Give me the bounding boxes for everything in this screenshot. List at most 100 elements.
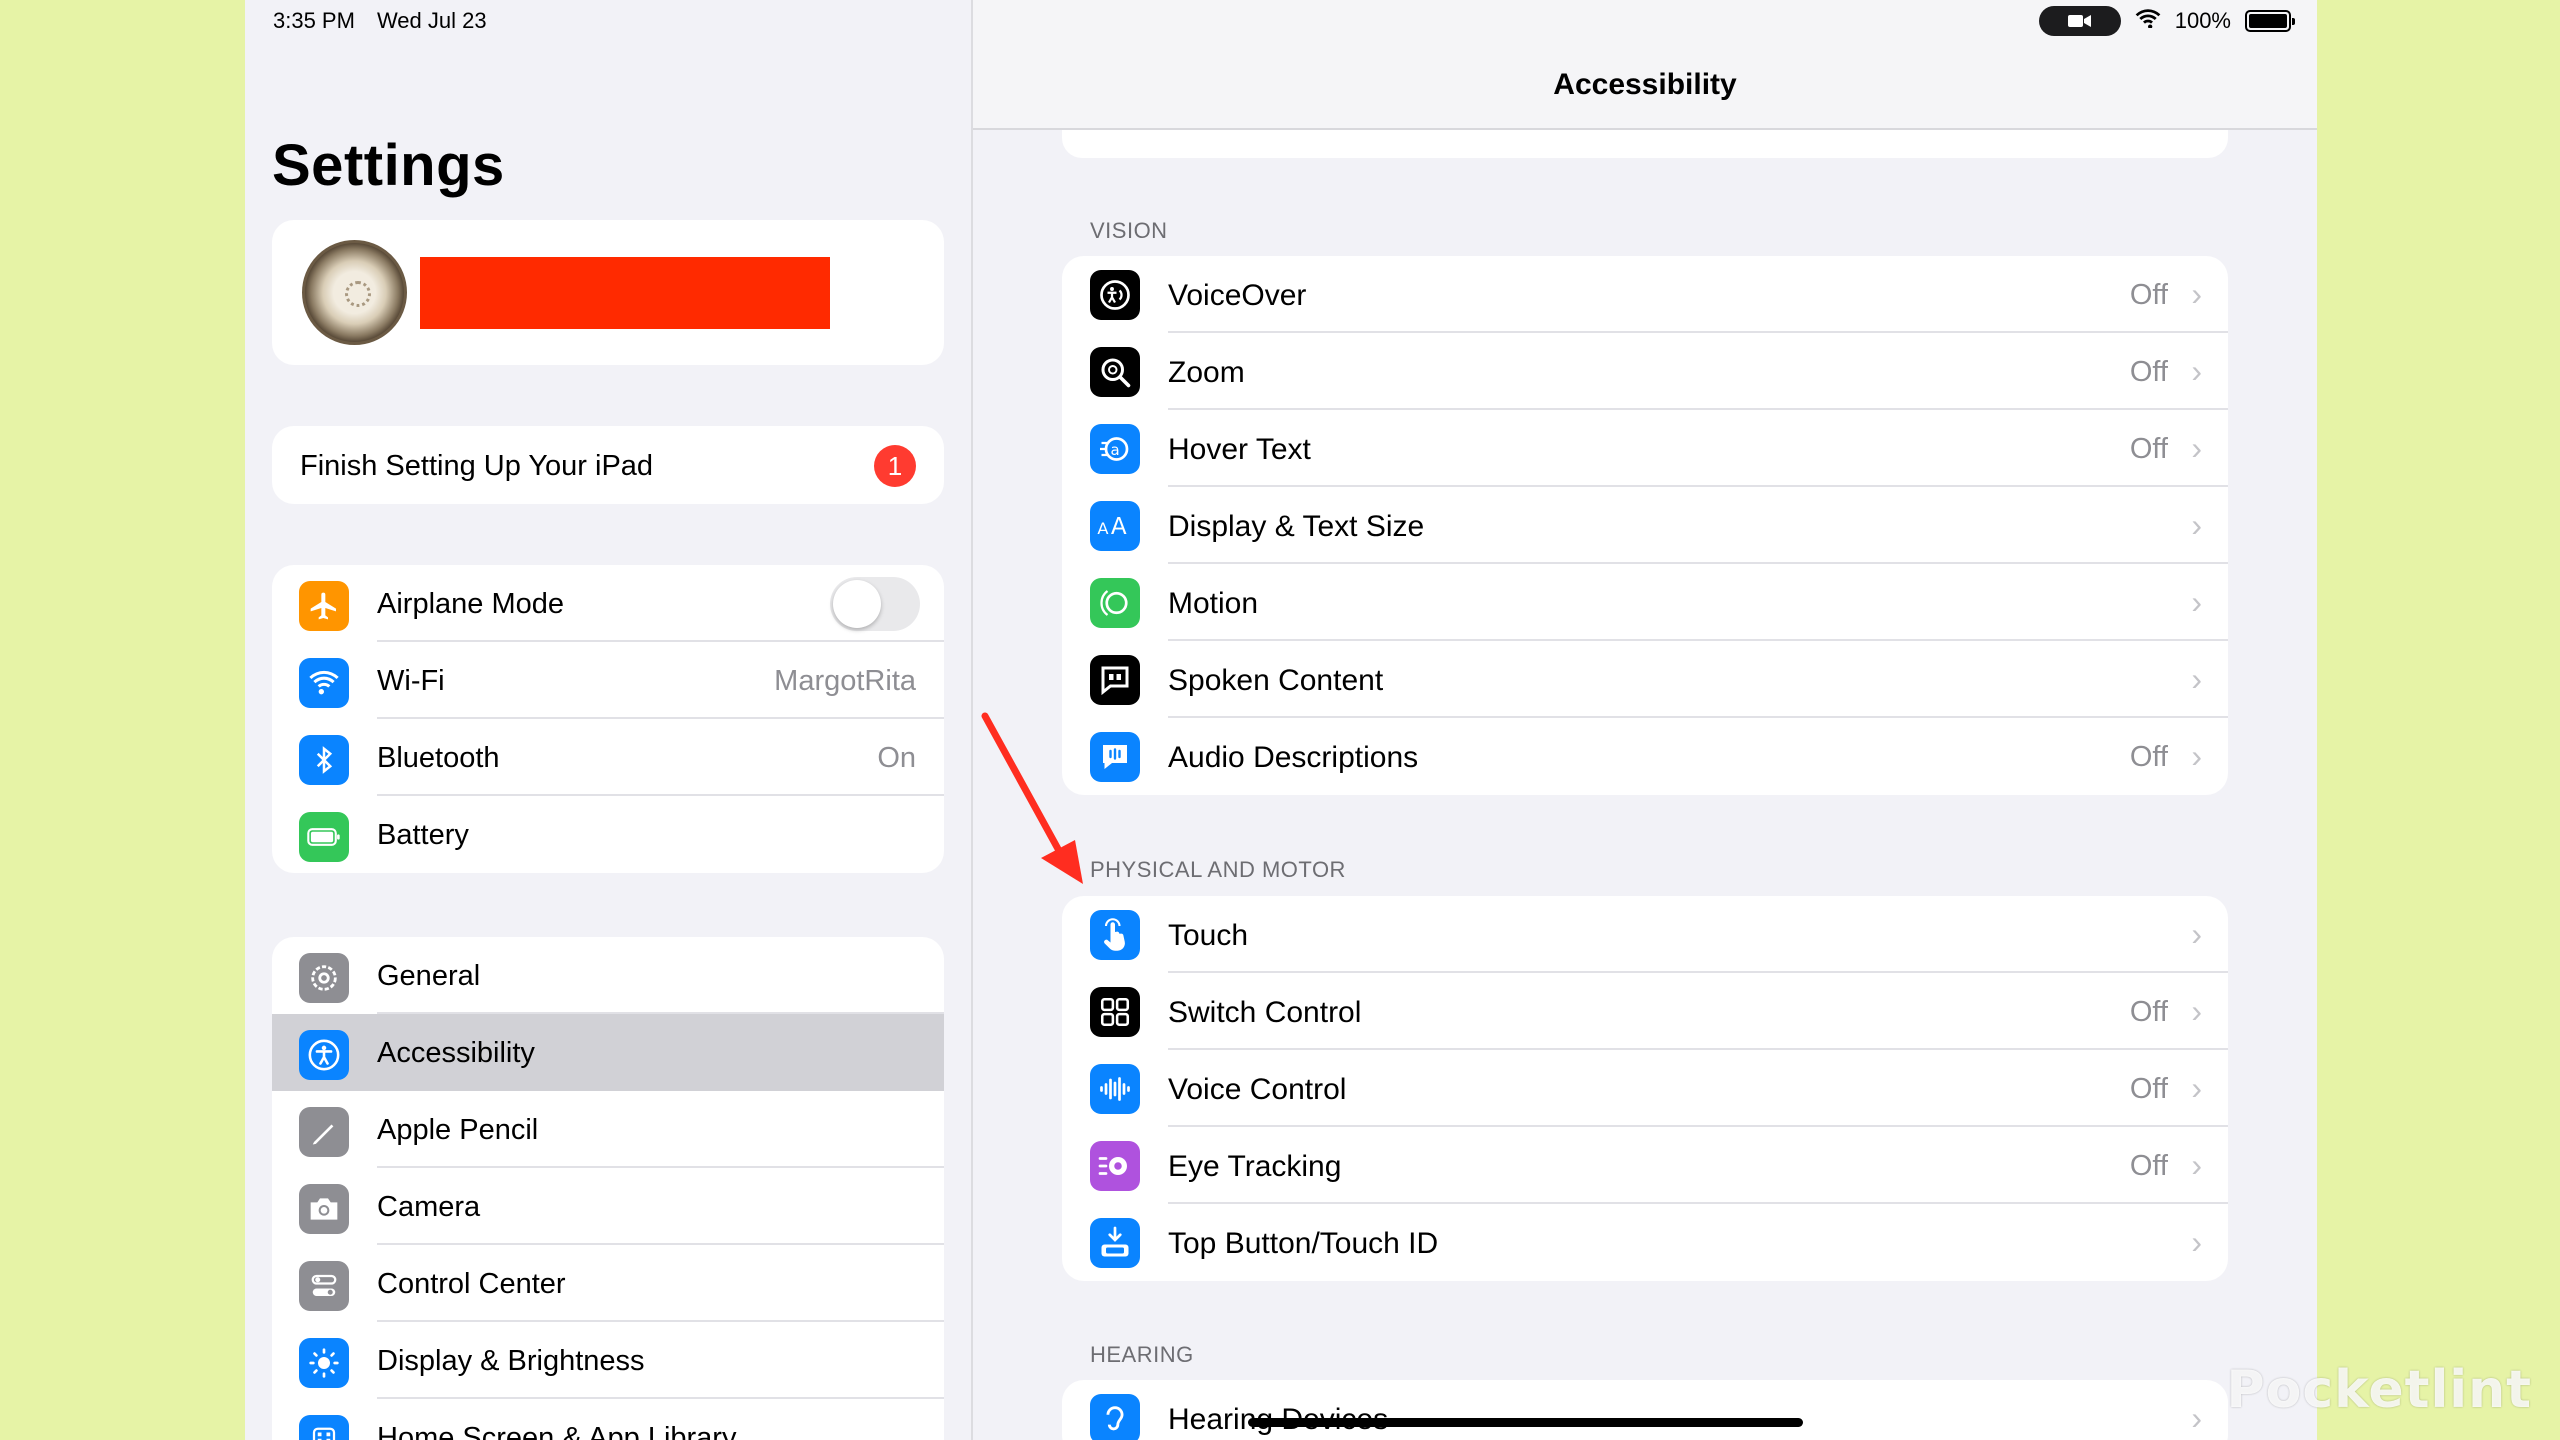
chevron-right-icon: › — [2191, 584, 2202, 620]
section-header-physical-motor: PHYSICAL AND MOTOR — [1090, 857, 1346, 882]
row-voice-control[interactable]: Voice Control Off › — [1062, 1050, 2228, 1127]
row-display-text-size[interactable]: AA Display & Text Size › — [1062, 487, 2228, 564]
sidebar-item-label: Apple Pencil — [377, 1114, 539, 1146]
row-label: VoiceOver — [1168, 279, 1307, 312]
status-bar-left: 3:35 PM Wed Jul 23 — [273, 8, 487, 34]
row-value: Off — [2129, 356, 2168, 388]
row-value: Off — [2129, 741, 2168, 773]
sidebar-item-general[interactable]: General — [272, 937, 944, 1014]
row-hearing-devices[interactable]: Hearing Devices › — [1062, 1380, 2228, 1440]
sun-icon — [299, 1338, 349, 1388]
row-voiceover[interactable]: VoiceOver Off › — [1062, 256, 2228, 333]
chevron-right-icon: › — [2191, 353, 2202, 389]
battery-icon — [299, 812, 349, 862]
physical-motor-group: Touch › Switch Control Off › Voice Contr… — [1062, 896, 2228, 1281]
wifi-network-value: MargotRita — [774, 665, 916, 697]
chevron-right-icon: › — [2191, 661, 2202, 697]
ipad-screen: 3:35 PM Wed Jul 23 Settings Finish Setti… — [245, 0, 2317, 1440]
sidebar-item-label: Bluetooth — [377, 742, 500, 774]
row-eye-tracking[interactable]: Eye Tracking Off › — [1062, 1127, 2228, 1204]
svg-text:A: A — [1111, 514, 1127, 540]
sidebar-item-label: Battery — [377, 819, 469, 851]
status-bar-right: 100% — [2038, 6, 2295, 36]
nav-title: Accessibility — [1553, 68, 1737, 101]
audio-descriptions-icon — [1090, 732, 1140, 782]
row-touch[interactable]: Touch › — [1062, 896, 2228, 973]
finish-setup-label: Finish Setting Up Your iPad — [300, 450, 654, 482]
svg-text:A: A — [1097, 519, 1108, 538]
switch-control-icon — [1090, 987, 1140, 1037]
general-group: General Accessibility Apple Pencil Camer… — [272, 937, 944, 1440]
row-label: Motion — [1168, 587, 1259, 620]
row-label: Top Button/Touch ID — [1168, 1227, 1439, 1260]
sidebar-item-label: Display & Brightness — [377, 1345, 645, 1377]
sidebar-item-control-center[interactable]: Control Center — [272, 1245, 944, 1322]
chevron-right-icon: › — [2191, 430, 2202, 466]
voiceover-icon — [1090, 270, 1140, 320]
sidebar-item-apple-pencil[interactable]: Apple Pencil — [272, 1091, 944, 1168]
status-date: Wed Jul 23 — [376, 8, 487, 33]
top-button-icon — [1090, 1218, 1140, 1268]
battery-status-icon — [2245, 10, 2295, 32]
bluetooth-icon — [299, 735, 349, 785]
sidebar-item-wifi[interactable]: Wi-Fi MargotRita — [272, 642, 944, 719]
chevron-right-icon: › — [2191, 916, 2202, 952]
chevron-right-icon: › — [2191, 1070, 2202, 1106]
scrolled-group-remnant — [1062, 130, 2228, 158]
spoken-content-icon — [1090, 655, 1140, 705]
chevron-right-icon: › — [2191, 1224, 2202, 1260]
sidebar-item-accessibility[interactable]: Accessibility — [272, 1014, 944, 1091]
sidebar-item-airplane-mode[interactable]: Airplane Mode — [272, 565, 944, 642]
row-zoom[interactable]: Zoom Off › — [1062, 333, 2228, 410]
row-label: Spoken Content — [1168, 664, 1384, 697]
sidebar-item-battery[interactable]: Battery — [272, 796, 944, 873]
sidebar-item-bluetooth[interactable]: Bluetooth On — [272, 719, 944, 796]
bluetooth-status-value: On — [877, 742, 916, 774]
redacted-account-name — [420, 257, 830, 329]
pocketlint-watermark: Pocketlint — [2226, 1360, 2532, 1420]
airplane-mode-toggle[interactable] — [830, 577, 920, 631]
sidebar-item-display-brightness[interactable]: Display & Brightness — [272, 1322, 944, 1399]
row-value: Off — [2129, 1150, 2168, 1182]
home-indicator[interactable] — [1248, 1418, 1803, 1427]
motion-icon — [1090, 578, 1140, 628]
battery-percentage: 100% — [2174, 8, 2231, 33]
accessibility-icon — [299, 1030, 349, 1080]
row-value: Off — [2129, 433, 2168, 465]
row-motion[interactable]: Motion › — [1062, 564, 2228, 641]
row-label: Touch — [1168, 919, 1249, 952]
row-switch-control[interactable]: Switch Control Off › — [1062, 973, 2228, 1050]
section-header-vision: VISION — [1090, 218, 1168, 243]
chevron-right-icon: › — [2191, 1400, 2202, 1436]
row-label: Eye Tracking — [1168, 1150, 1342, 1183]
row-value: Off — [2129, 1073, 2168, 1105]
row-audio-descriptions[interactable]: Audio Descriptions Off › — [1062, 718, 2228, 795]
camera-in-use-indicator — [2038, 6, 2121, 36]
home-screen-icon — [299, 1415, 349, 1440]
row-label: Display & Text Size — [1168, 510, 1425, 543]
gear-icon — [299, 953, 349, 1003]
wifi-icon — [299, 658, 349, 708]
row-value: Off — [2129, 996, 2168, 1028]
row-label: Zoom — [1168, 356, 1245, 389]
touch-icon — [1090, 910, 1140, 960]
row-spoken-content[interactable]: Spoken Content › — [1062, 641, 2228, 718]
svg-text:a: a — [1111, 441, 1120, 459]
settings-sidebar: 3:35 PM Wed Jul 23 Settings Finish Setti… — [245, 0, 971, 1440]
wifi-status-icon — [2135, 8, 2161, 34]
row-label: Voice Control — [1168, 1073, 1347, 1106]
sidebar-item-camera[interactable]: Camera — [272, 1168, 944, 1245]
navigation-bar: 100% Accessibility — [973, 0, 2317, 130]
eye-tracking-icon — [1090, 1141, 1140, 1191]
notification-badge: 1 — [874, 445, 916, 487]
apple-account-card[interactable] — [272, 220, 944, 365]
sidebar-item-label: Wi-Fi — [377, 665, 445, 697]
row-top-button-touch-id[interactable]: Top Button/Touch ID › — [1062, 1204, 2228, 1281]
row-label: Switch Control — [1168, 996, 1362, 1029]
chevron-right-icon: › — [2191, 738, 2202, 774]
sidebar-item-label: Control Center — [377, 1268, 566, 1300]
row-hover-text[interactable]: a Hover Text Off › — [1062, 410, 2228, 487]
annotation-arrow — [981, 712, 1083, 884]
sidebar-item-home-screen[interactable]: Home Screen & App Library — [272, 1399, 944, 1440]
finish-setup-item[interactable]: Finish Setting Up Your iPad 1 — [272, 426, 944, 504]
